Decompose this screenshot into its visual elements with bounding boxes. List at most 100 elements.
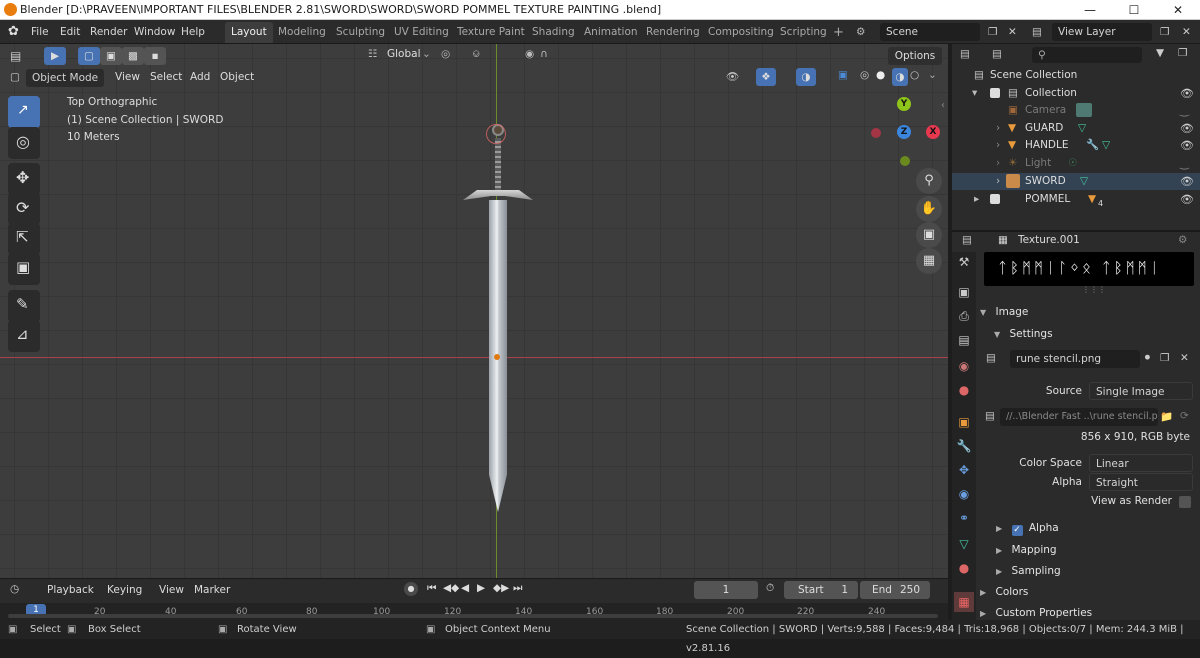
- filter-icon[interactable]: ▼: [1156, 47, 1164, 59]
- folder-icon[interactable]: 📁: [1160, 410, 1173, 423]
- texture-tab-icon[interactable]: ▦: [954, 592, 974, 612]
- jump-end-icon[interactable]: ⏭: [513, 582, 522, 595]
- timeline-editor-icon[interactable]: ◷: [10, 583, 19, 595]
- stopwatch-icon[interactable]: ⏱: [766, 582, 774, 595]
- properties-editor-icon[interactable]: ▤: [962, 234, 972, 246]
- gizmo-neg-x-axis[interactable]: [871, 128, 881, 138]
- close-icon[interactable]: ✕: [1156, 0, 1200, 20]
- physics-tab-icon[interactable]: ◉: [956, 486, 972, 502]
- overlay-toggle-icon[interactable]: ◑: [796, 68, 816, 86]
- menu-render[interactable]: Render: [90, 20, 127, 44]
- end-frame-field[interactable]: End 250: [860, 581, 930, 599]
- menu-keying[interactable]: Keying: [107, 584, 142, 596]
- color-space-dropdown[interactable]: Linear: [1089, 454, 1193, 472]
- minimize-icon[interactable]: —: [1068, 0, 1112, 20]
- pin-icon[interactable]: ⚙: [1178, 234, 1187, 246]
- chevron-down-icon[interactable]: ▾: [972, 85, 977, 102]
- new-image-icon[interactable]: ❐: [1160, 352, 1169, 364]
- display-mode-icon[interactable]: ▤: [992, 48, 1002, 60]
- proportional-edit-icon[interactable]: ◉: [525, 48, 534, 60]
- select-box-tool[interactable]: ↗: [8, 96, 40, 128]
- select-mode-extend-icon[interactable]: ▣: [100, 47, 122, 65]
- move-tool[interactable]: ✥: [8, 163, 40, 195]
- maximize-icon[interactable]: ☐: [1112, 0, 1156, 20]
- tab-animation[interactable]: Animation: [578, 22, 644, 43]
- tab-modeling[interactable]: Modeling: [272, 22, 332, 43]
- pan-hand-icon[interactable]: ✋: [916, 196, 942, 222]
- gizmo-z-axis[interactable]: Z: [897, 125, 911, 139]
- view-as-render-checkbox[interactable]: [1179, 496, 1191, 508]
- delete-view-layer-icon[interactable]: ✕: [1182, 20, 1191, 44]
- start-frame-field[interactable]: Start 1: [784, 581, 858, 599]
- scene-field[interactable]: Scene: [880, 23, 980, 41]
- menu-playback[interactable]: Playback: [47, 584, 94, 596]
- gizmo-neg-y-axis[interactable]: [900, 156, 910, 166]
- chevron-right-icon[interactable]: ›: [996, 120, 1000, 137]
- cursor-tool[interactable]: ◎: [8, 127, 40, 159]
- unlink-image-icon[interactable]: ✕: [1180, 352, 1189, 364]
- gizmo-x-axis[interactable]: X: [926, 125, 940, 139]
- image-name-field[interactable]: rune stencil.png: [1010, 350, 1140, 368]
- outliner-row-guard[interactable]: › ▼ GUARD ▽ 👁: [952, 120, 1200, 137]
- play-reverse-icon[interactable]: ◀: [461, 582, 469, 594]
- output-tab-icon[interactable]: ⎙: [956, 308, 972, 324]
- outliner-row-collection[interactable]: ▾ ▤ Collection 👁: [952, 85, 1200, 102]
- prev-keyframe-icon[interactable]: ◀◆: [443, 582, 459, 594]
- select-mode-invert-icon[interactable]: ▪: [144, 47, 166, 65]
- scale-tool[interactable]: ⇱: [8, 223, 40, 255]
- reload-icon[interactable]: ⟳: [1180, 410, 1189, 422]
- snap-icon[interactable]: ⎉: [472, 48, 480, 61]
- scene-tab-icon[interactable]: ◉: [956, 358, 972, 374]
- tab-rendering[interactable]: Rendering: [640, 22, 706, 43]
- outliner-row-pommel[interactable]: ▸ POMMEL ▼ 4 👁: [952, 191, 1200, 208]
- menu-window[interactable]: Window: [134, 20, 175, 44]
- menu-select[interactable]: Select: [150, 71, 182, 83]
- sidebar-toggle-icon[interactable]: ‹: [941, 100, 945, 111]
- image-section-header[interactable]: ▼ Image: [980, 302, 1196, 322]
- eye-icon[interactable]: 👁: [1180, 137, 1194, 154]
- chevron-down-icon[interactable]: ⌄: [928, 69, 937, 81]
- measure-tool[interactable]: ⊿: [8, 320, 40, 352]
- alpha-section-header[interactable]: ▶ ✓ Alpha: [996, 518, 1200, 538]
- chevron-right-icon[interactable]: ›: [996, 155, 1000, 172]
- modifier-tab-icon[interactable]: 🔧: [956, 438, 972, 454]
- camera-view-icon[interactable]: ▣: [916, 222, 942, 248]
- play-icon[interactable]: ▶: [477, 582, 485, 594]
- image-browse-icon[interactable]: ▤: [986, 352, 996, 364]
- zoom-icon[interactable]: ⚲: [916, 168, 942, 194]
- rotate-tool[interactable]: ⟳: [8, 193, 40, 225]
- tab-layout[interactable]: Layout: [225, 22, 273, 43]
- menu-help[interactable]: Help: [181, 20, 205, 44]
- particles-tab-icon[interactable]: ✥: [956, 462, 972, 478]
- new-collection-icon[interactable]: ❐: [1178, 47, 1187, 59]
- select-mode-subtract-icon[interactable]: ▩: [122, 47, 144, 65]
- view-layer-tab-icon[interactable]: ▤: [956, 332, 972, 348]
- checkbox-icon[interactable]: [990, 194, 1000, 204]
- chevron-right-icon[interactable]: ›: [996, 173, 1000, 190]
- tool-settings-tab-icon[interactable]: ⚒: [956, 254, 972, 270]
- pivot-icon[interactable]: ◎: [441, 48, 450, 60]
- delete-scene-icon[interactable]: ✕: [1008, 20, 1017, 44]
- menu-file[interactable]: File: [31, 20, 49, 44]
- current-frame-field[interactable]: 1: [694, 581, 758, 599]
- chevron-right-icon[interactable]: ▸: [974, 191, 979, 208]
- eye-closed-icon[interactable]: ‿: [1180, 102, 1189, 119]
- timeline-scrollbar[interactable]: [8, 614, 938, 618]
- filepath-field[interactable]: //..\Blender Fast ..\rune stencil.png: [1000, 408, 1158, 426]
- eye-icon[interactable]: 👁: [1180, 120, 1194, 137]
- world-tab-icon[interactable]: ●: [956, 382, 972, 398]
- shading-material-icon[interactable]: ◑: [892, 68, 908, 86]
- select-mode-new-icon[interactable]: ▢: [78, 47, 100, 65]
- eye-icon[interactable]: 👁: [1180, 191, 1194, 208]
- gizmo-y-axis[interactable]: Y: [897, 97, 911, 111]
- outliner-row-handle[interactable]: › ▼ HANDLE 🔧 ▽ 👁: [952, 137, 1200, 154]
- outliner-row-camera[interactable]: ▣ Camera ‿: [952, 102, 1200, 119]
- jump-start-icon[interactable]: ⏮: [427, 582, 436, 595]
- object-mode-dropdown[interactable]: Object Mode: [26, 69, 104, 87]
- menu-edit[interactable]: Edit: [60, 20, 80, 44]
- options-button[interactable]: Options: [888, 47, 942, 65]
- sword-object[interactable]: [455, 104, 541, 524]
- alpha-mode-dropdown[interactable]: Straight: [1089, 473, 1193, 491]
- tab-compositing[interactable]: Compositing: [702, 22, 780, 43]
- tab-shading[interactable]: Shading: [526, 22, 581, 43]
